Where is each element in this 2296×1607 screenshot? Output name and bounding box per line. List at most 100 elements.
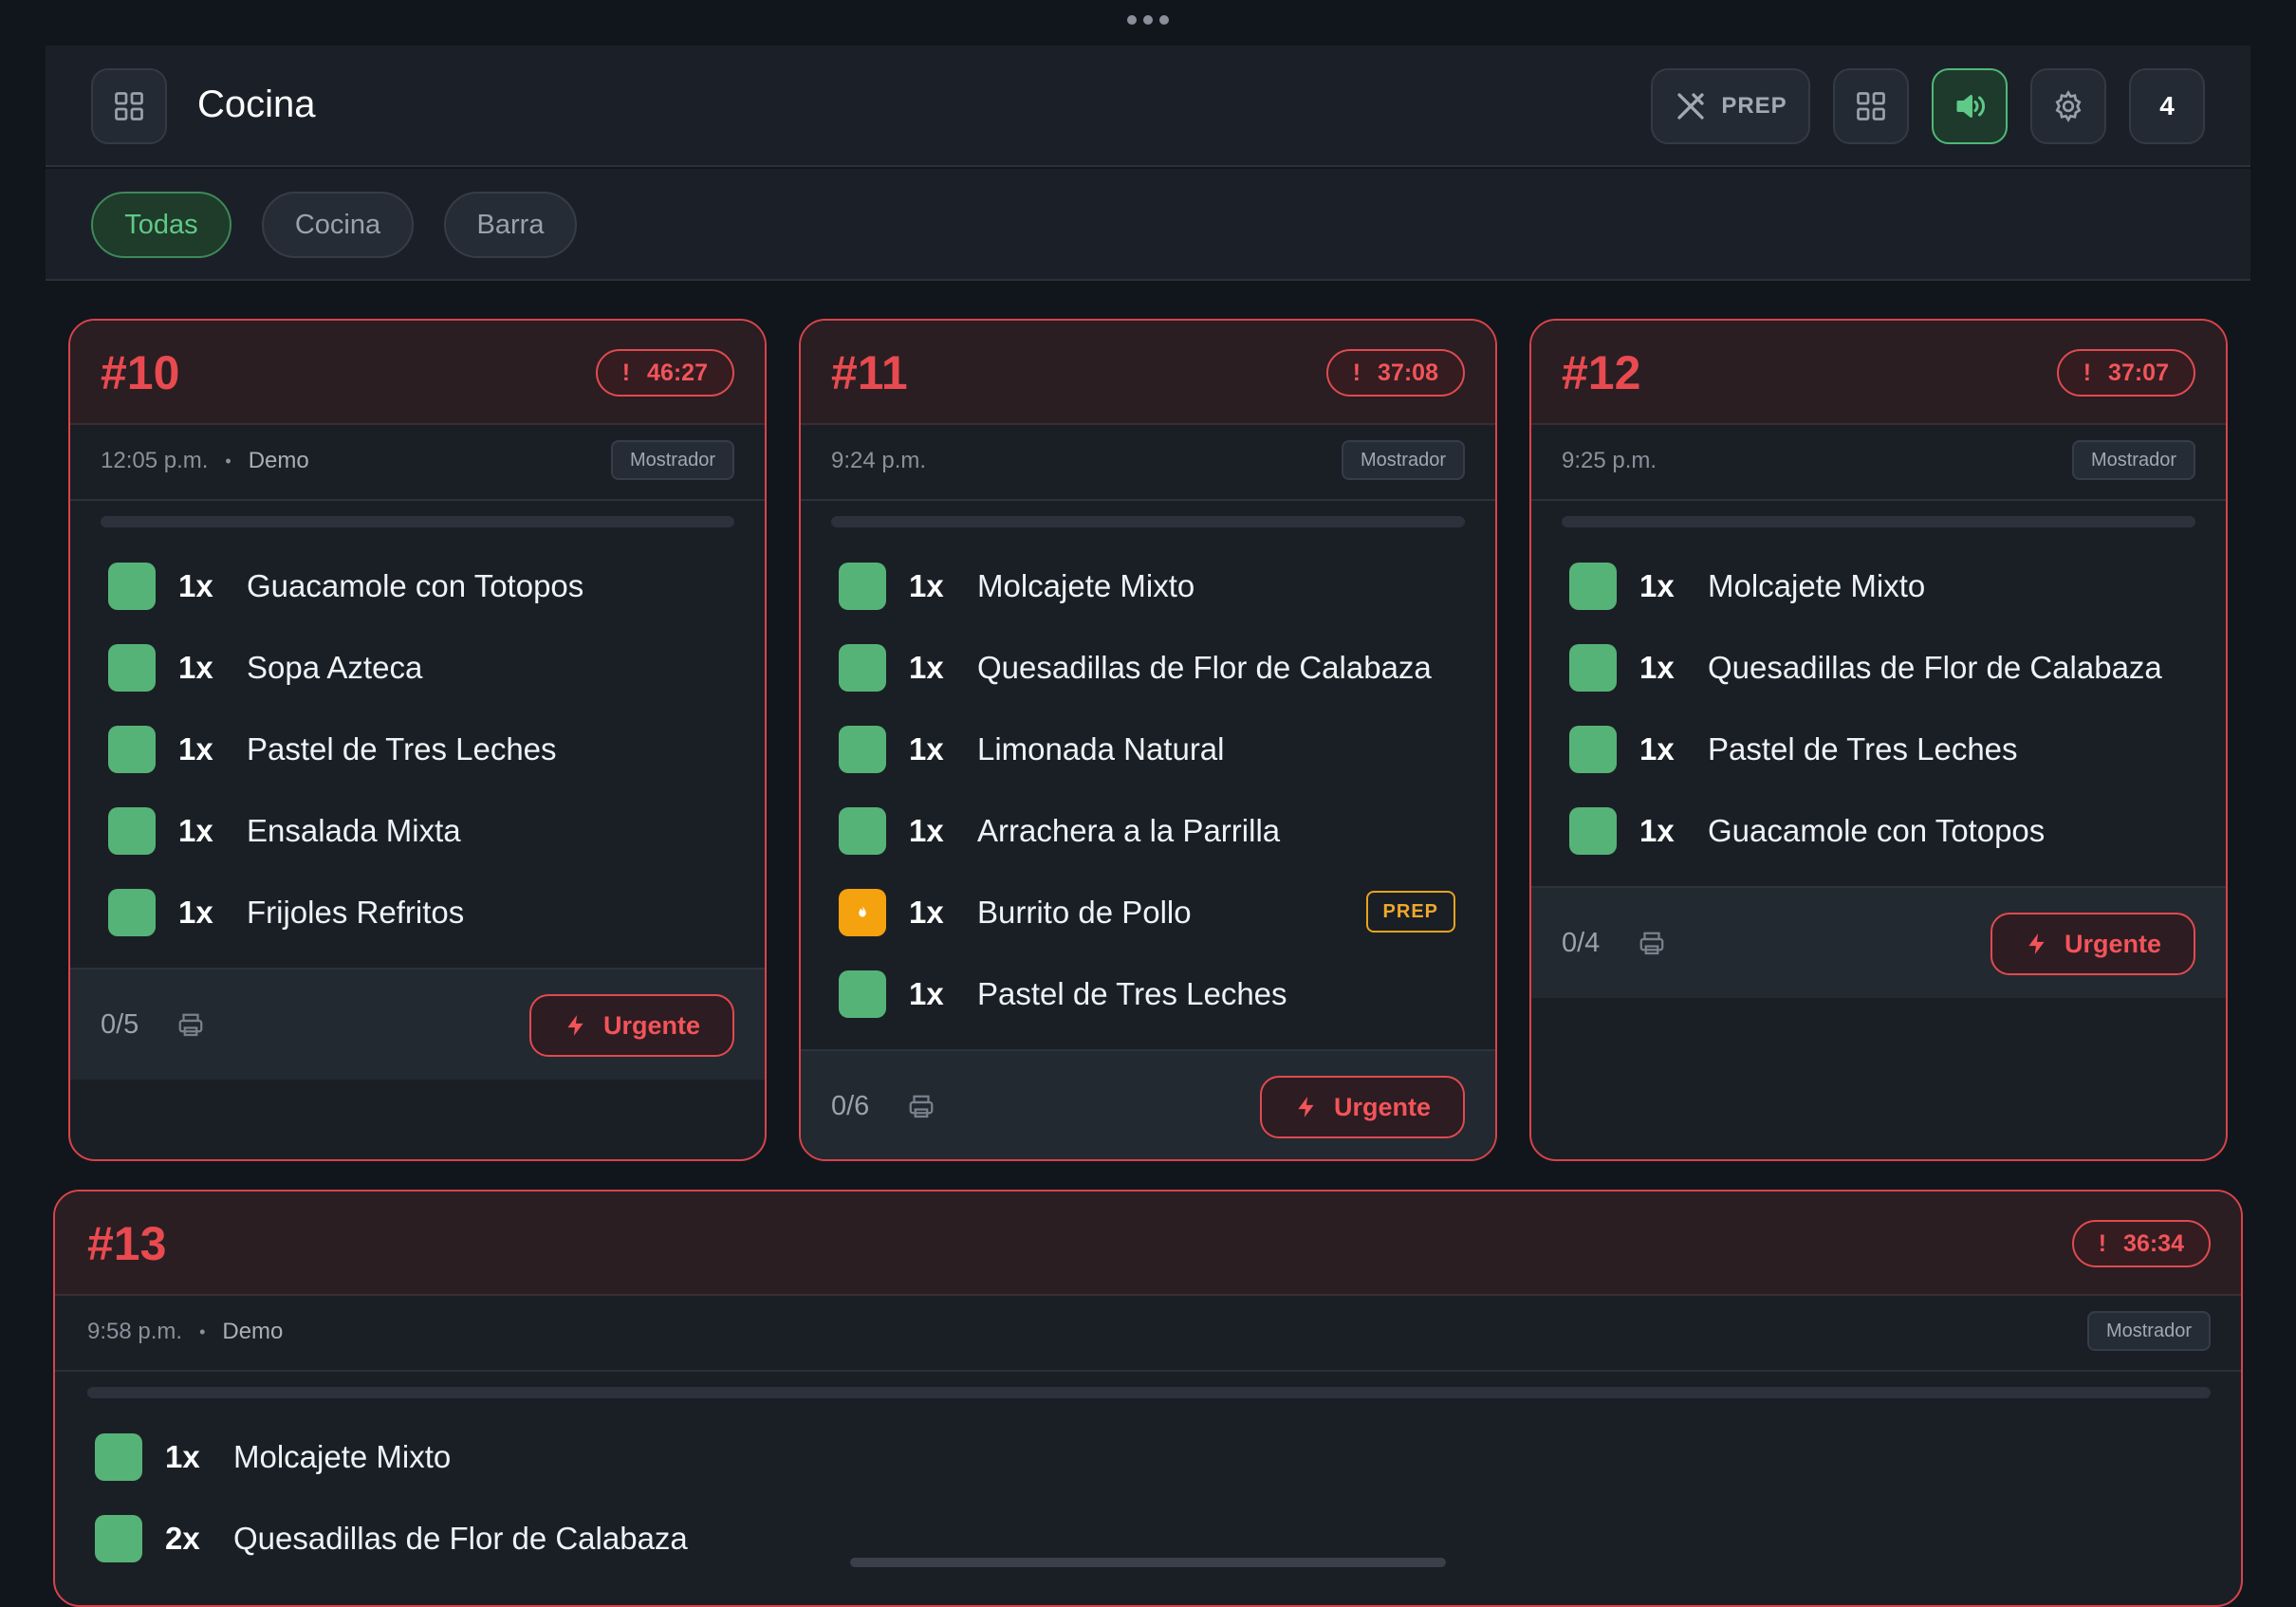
order-progress-bar (87, 1387, 2211, 1398)
order-header: #10 ! 46:27 (70, 321, 765, 425)
item-check[interactable] (1569, 726, 1617, 773)
order-card-10[interactable]: #10 ! 46:27 12:05 p.m. • Demo Mostrador 1x G… (68, 319, 767, 1161)
alert-icon: ! (1352, 359, 1361, 386)
item-check[interactable] (1569, 644, 1617, 692)
order-source-badge: Mostrador (2086, 1311, 2211, 1351)
order-meta: 9:58 p.m. • Demo (87, 1319, 284, 1344)
item-check[interactable] (108, 726, 156, 773)
order-progress-bar (831, 516, 1465, 527)
urgent-button[interactable]: Urgente (1259, 1076, 1465, 1138)
order-card-11[interactable]: #11 ! 37:08 9:24 p.m. Mostrador 1x Molcaje… (799, 319, 1497, 1161)
flame-icon (859, 905, 866, 917)
print-button[interactable] (1638, 930, 1666, 963)
item-check[interactable] (108, 563, 156, 610)
list-item[interactable]: 1x Quesadillas de Flor de Calabaza (1569, 639, 2195, 696)
printer-icon (178, 1013, 203, 1037)
print-button[interactable] (176, 1011, 205, 1044)
list-item[interactable]: 1x Quesadillas de Flor de Calabaza (839, 639, 1465, 696)
order-timer: ! 37:07 (2056, 349, 2195, 397)
print-button[interactable] (907, 1093, 935, 1126)
item-check[interactable] (95, 1433, 142, 1481)
list-item[interactable]: 1x Pastel de Tres Leches (1569, 721, 2195, 778)
list-item[interactable]: 1x Molcajete Mixto (1569, 558, 2195, 615)
page-title: Cocina (197, 83, 316, 125)
home-indicator[interactable] (850, 1558, 1446, 1567)
item-check[interactable] (108, 807, 156, 855)
window-handle-dots[interactable] (1127, 15, 1169, 25)
list-item[interactable]: 1x Burrito de Pollo PREP (839, 884, 1465, 941)
order-footer: 0/5 Urgente (70, 968, 765, 1080)
items-done-count: 0/4 (1562, 928, 1601, 958)
filter-bar: Todas Cocina Barra (46, 169, 2250, 281)
utensils-crossed-icon (1677, 93, 1704, 120)
filter-todas[interactable]: Todas (91, 192, 231, 258)
filter-cocina[interactable]: Cocina (262, 192, 414, 258)
list-item[interactable]: 1x Ensalada Mixta (108, 803, 734, 859)
order-count-badge[interactable]: 4 (2129, 68, 2205, 144)
order-timer: ! 46:27 (595, 349, 734, 397)
list-item[interactable]: 1x Guacamole con Totopos (108, 558, 734, 615)
items-done-count: 0/6 (831, 1091, 870, 1121)
item-check[interactable] (839, 563, 886, 610)
grid-icon (1857, 92, 1885, 120)
order-meta: 9:24 p.m. (831, 448, 927, 473)
item-check[interactable] (1569, 563, 1617, 610)
alert-icon: ! (2083, 359, 2092, 386)
item-check[interactable] (839, 807, 886, 855)
sound-toggle-button[interactable] (1932, 68, 2008, 144)
list-item[interactable]: 1x Limonada Natural (839, 721, 1465, 778)
grid-view-button[interactable] (1833, 68, 1909, 144)
list-item[interactable]: 1x Molcajete Mixto (839, 558, 1465, 615)
list-item[interactable]: 1x Frijoles Refritos (108, 884, 734, 941)
order-progress-bar (1562, 516, 2195, 527)
urgent-button[interactable]: Urgente (528, 994, 734, 1057)
item-check[interactable] (1569, 807, 1617, 855)
order-timer: ! 37:08 (1325, 349, 1465, 397)
grid-icon (115, 92, 143, 120)
item-check[interactable] (108, 889, 156, 936)
order-meta: 12:05 p.m. • Demo (101, 448, 309, 473)
prep-label: PREP (1721, 93, 1787, 119)
list-item[interactable]: 1x Guacamole con Totopos (1569, 803, 2195, 859)
alert-icon: ! (621, 359, 631, 386)
order-card-12[interactable]: #12 ! 37:07 9:25 p.m. Mostrador 1x Molcaje… (1529, 319, 2228, 1161)
order-source-badge: Mostrador (1341, 440, 1465, 480)
top-bar: Cocina PREP 4 (46, 46, 2250, 167)
order-source-badge: Mostrador (610, 440, 734, 480)
order-number: #11 (831, 346, 908, 399)
order-source-badge: Mostrador (2071, 440, 2195, 480)
list-item[interactable]: 1x Molcajete Mixto (95, 1429, 2211, 1486)
list-item[interactable]: 1x Arrachera a la Parrilla (839, 803, 1465, 859)
gear-icon (2055, 90, 2082, 122)
list-item[interactable]: 1x Pastel de Tres Leches (108, 721, 734, 778)
order-footer: 0/4 Urgente (1531, 886, 2226, 998)
order-header: #13 ! 36:34 (55, 1191, 2241, 1296)
order-header: #12 ! 37:07 (1531, 321, 2226, 425)
item-check[interactable] (839, 726, 886, 773)
prep-status-tag: PREP (1365, 891, 1455, 933)
order-progress-bar (101, 516, 734, 527)
lightning-icon (567, 1015, 583, 1036)
item-check[interactable] (839, 644, 886, 692)
items-done-count: 0/5 (101, 1009, 139, 1040)
filter-barra[interactable]: Barra (444, 192, 577, 258)
prep-filter-button[interactable]: PREP (1651, 68, 1810, 144)
list-item[interactable]: 1x Pastel de Tres Leches (839, 966, 1465, 1023)
order-footer: 0/6 Urgente (801, 1049, 1495, 1159)
settings-button[interactable] (2030, 68, 2106, 144)
item-check[interactable] (839, 970, 886, 1018)
order-timer: ! 36:34 (2071, 1220, 2211, 1267)
lightning-icon (2028, 933, 2045, 954)
list-item[interactable]: 1x Sopa Azteca (108, 639, 734, 696)
order-number: #12 (1562, 346, 1641, 399)
urgent-button[interactable]: Urgente (1990, 913, 2195, 975)
alert-icon: ! (2098, 1229, 2107, 1257)
printer-icon (1639, 932, 1664, 955)
order-meta: 9:25 p.m. (1562, 448, 1657, 473)
item-check-prep[interactable] (839, 889, 886, 936)
order-header: #11 ! 37:08 (801, 321, 1495, 425)
item-check[interactable] (95, 1515, 142, 1562)
item-check[interactable] (108, 644, 156, 692)
layout-toggle-button[interactable] (91, 68, 167, 144)
order-card-13[interactable]: #13 ! 36:34 9:58 p.m. • Demo Mostrador 1x Mo… (53, 1190, 2243, 1607)
